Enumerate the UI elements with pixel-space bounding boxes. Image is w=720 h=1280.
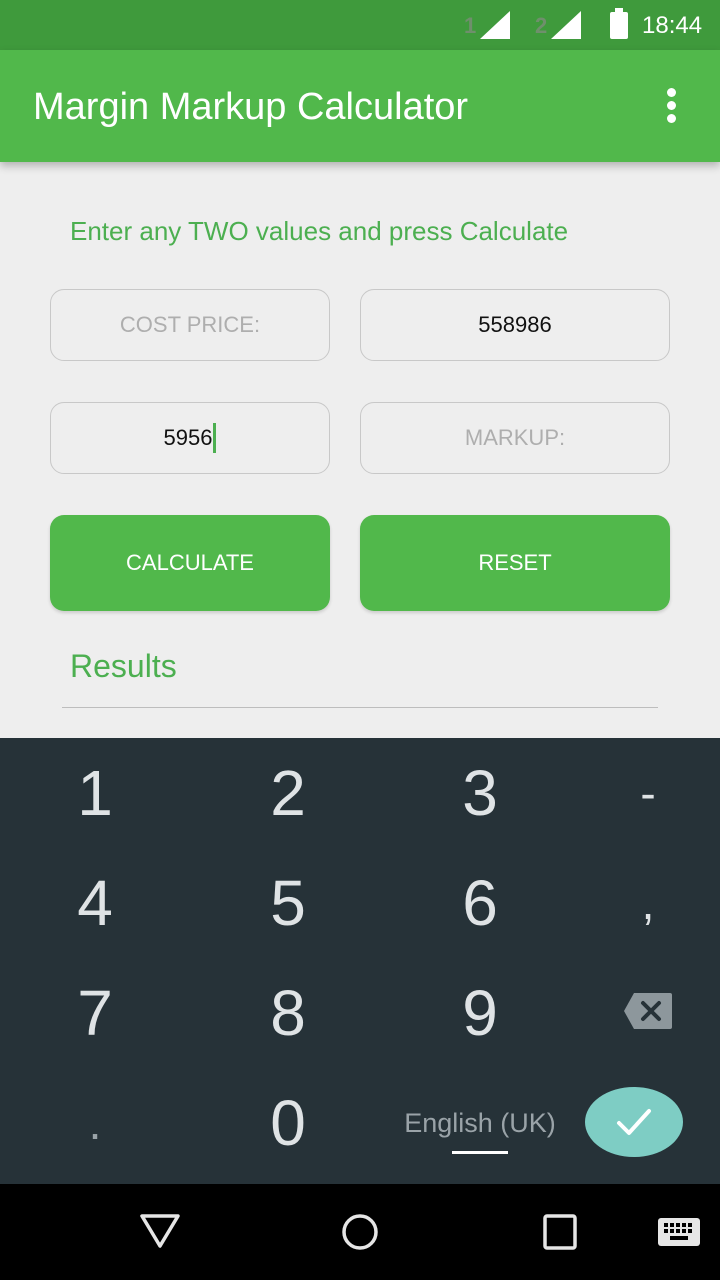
clock: 18:44 bbox=[642, 12, 703, 39]
recents-icon[interactable] bbox=[542, 1212, 578, 1257]
language-key[interactable]: English (UK) bbox=[360, 1068, 600, 1178]
app-bar: Margin Markup Calculator bbox=[0, 50, 720, 162]
overflow-menu-icon[interactable] bbox=[660, 88, 684, 124]
instruction-text: Enter any TWO values and press Calculate bbox=[70, 216, 569, 246]
done-button[interactable] bbox=[585, 1087, 683, 1157]
results-divider bbox=[62, 707, 658, 708]
key-5[interactable]: 5 bbox=[198, 848, 378, 958]
back-icon[interactable] bbox=[138, 1212, 182, 1255]
margin-field[interactable]: 5956 bbox=[50, 402, 330, 474]
key-6[interactable]: 6 bbox=[390, 848, 570, 958]
key-8[interactable]: 8 bbox=[198, 958, 378, 1068]
sim2-label: 2 bbox=[535, 13, 548, 38]
key-comma[interactable]: , bbox=[558, 848, 720, 958]
selling-price-field[interactable]: 558986 bbox=[360, 289, 670, 361]
key-1[interactable]: 1 bbox=[5, 738, 185, 848]
checkmark-icon bbox=[617, 1109, 651, 1135]
reset-button[interactable]: RESET bbox=[360, 515, 670, 611]
key-period[interactable]: . bbox=[5, 1068, 185, 1178]
key-3[interactable]: 3 bbox=[390, 738, 570, 848]
results-heading: Results bbox=[70, 648, 177, 684]
backspace-icon[interactable] bbox=[624, 993, 672, 1029]
language-indicator bbox=[452, 1151, 508, 1154]
selling-price-value: 558986 bbox=[478, 312, 552, 337]
home-icon[interactable] bbox=[340, 1212, 380, 1257]
key-2[interactable]: 2 bbox=[198, 738, 378, 848]
sim1-label: 1 bbox=[464, 13, 477, 38]
key-7[interactable]: 7 bbox=[5, 958, 185, 1068]
markup-placeholder: MARKUP: bbox=[464, 425, 566, 450]
text-cursor bbox=[213, 423, 217, 453]
calculate-button[interactable]: CALCULATE bbox=[50, 515, 330, 611]
cost-price-field[interactable]: COST PRICE: bbox=[50, 289, 330, 361]
app-title: Margin Markup Calculator bbox=[33, 86, 469, 128]
battery-icon bbox=[610, 8, 628, 39]
margin-value: 5956 bbox=[163, 425, 213, 450]
cost-price-placeholder: COST PRICE: bbox=[119, 312, 261, 337]
key-4[interactable]: 4 bbox=[5, 848, 185, 958]
navigation-bar bbox=[0, 1184, 720, 1280]
key-minus[interactable]: - bbox=[558, 738, 720, 848]
markup-field[interactable]: MARKUP: bbox=[360, 402, 670, 474]
keyboard-switch-icon[interactable] bbox=[658, 1218, 702, 1253]
key-9[interactable]: 9 bbox=[390, 958, 570, 1068]
key-0[interactable]: 0 bbox=[198, 1068, 378, 1178]
calculator-form: Enter any TWO values and press Calculate… bbox=[0, 162, 720, 740]
status-bar: 1 2 18:44 bbox=[0, 0, 720, 50]
